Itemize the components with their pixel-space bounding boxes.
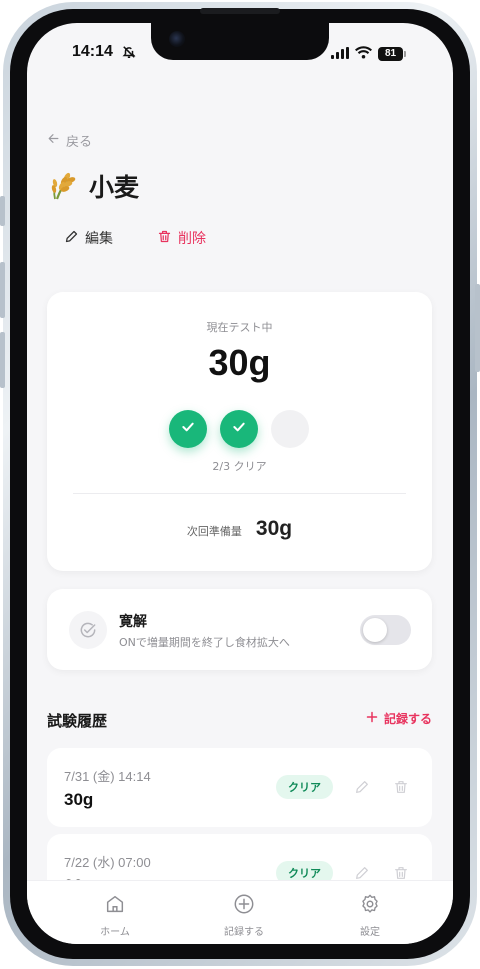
bell-muted-icon bbox=[122, 44, 136, 63]
plus-circle-icon bbox=[233, 893, 255, 919]
delete-label: 削除 bbox=[178, 231, 206, 247]
tab-bar: ホーム 記録する 設定 bbox=[27, 880, 453, 944]
tab-home[interactable]: ホーム bbox=[75, 893, 155, 938]
plus-icon bbox=[366, 711, 378, 726]
action-row: 編集 削除 bbox=[64, 228, 206, 248]
notch bbox=[151, 23, 329, 60]
remission-toggle[interactable] bbox=[360, 615, 411, 645]
back-label: 戻る bbox=[66, 135, 93, 150]
wifi-icon bbox=[354, 44, 373, 63]
cellular-signal-icon bbox=[331, 44, 349, 63]
step-progress bbox=[169, 410, 309, 448]
check-icon bbox=[180, 419, 196, 439]
status-indicators: 81 bbox=[331, 44, 406, 63]
next-preparation-row: 次回準備量 30g bbox=[47, 517, 432, 541]
volume-down-button bbox=[0, 332, 5, 388]
card-divider bbox=[73, 493, 406, 494]
power-button bbox=[475, 284, 480, 372]
tab-label: 設定 bbox=[360, 927, 380, 938]
home-icon bbox=[104, 893, 126, 919]
history-item[interactable]: 7/31 (金) 14:14 30g クリア bbox=[47, 748, 432, 827]
check-circle-icon bbox=[69, 611, 107, 649]
trash-icon bbox=[157, 229, 172, 248]
page-title: 小麦 bbox=[89, 173, 140, 202]
current-test-amount: 30g bbox=[208, 342, 271, 383]
status-time: 14:14 bbox=[72, 43, 113, 60]
tab-record[interactable]: 記録する bbox=[204, 893, 284, 938]
tab-label: ホーム bbox=[100, 927, 130, 938]
current-test-card: 現在テスト中 30g 2/3 クリア 次回準備量 30g bbox=[47, 292, 432, 571]
toggle-knob bbox=[363, 618, 387, 642]
step-1-complete bbox=[169, 410, 207, 448]
tab-label: 記録する bbox=[224, 927, 264, 938]
remission-title: 寛解 bbox=[119, 614, 147, 630]
food-header: 小麦 bbox=[47, 168, 139, 204]
volume-up-button bbox=[0, 262, 5, 318]
remission-description: ONで増量期間を終了し食材拡大へ bbox=[119, 636, 290, 649]
arrow-left-icon bbox=[47, 132, 60, 149]
status-badge: クリア bbox=[276, 775, 333, 799]
pencil-icon bbox=[64, 229, 79, 248]
earpiece-speaker bbox=[200, 8, 280, 14]
gear-icon bbox=[359, 893, 381, 919]
pencil-icon[interactable] bbox=[354, 779, 370, 799]
next-preparation-amount: 30g bbox=[255, 517, 293, 540]
delete-button[interactable]: 削除 bbox=[157, 228, 206, 248]
current-test-label: 現在テスト中 bbox=[206, 321, 273, 334]
record-label: 記録する bbox=[383, 712, 432, 726]
edit-button[interactable]: 編集 bbox=[64, 228, 113, 248]
record-button[interactable]: 記録する bbox=[366, 710, 432, 727]
wheat-emoji-icon bbox=[47, 168, 79, 204]
edit-label: 編集 bbox=[85, 231, 113, 247]
next-preparation-label: 次回準備量 bbox=[186, 525, 242, 538]
battery-indicator: 81 bbox=[378, 46, 406, 61]
history-date: 7/22 (水) 07:00 bbox=[64, 855, 151, 870]
tab-settings[interactable]: 設定 bbox=[330, 893, 410, 938]
app-screen: 14:14 81 戻る 小麦 編集 削除 現在テスト中 30g 2/3 クリア … bbox=[27, 23, 453, 944]
step-3-pending bbox=[271, 410, 309, 448]
front-camera bbox=[169, 31, 185, 47]
history-section-header: 試験履歴 記録する bbox=[47, 710, 432, 731]
remission-card: 寛解 ONで増量期間を終了し食材拡大へ bbox=[47, 589, 432, 670]
check-icon bbox=[231, 419, 247, 439]
history-amount: 30g bbox=[64, 790, 94, 809]
action-button bbox=[0, 196, 5, 226]
back-button[interactable]: 戻る bbox=[47, 131, 92, 150]
progress-text: 2/3 クリア bbox=[212, 460, 267, 473]
history-date: 7/31 (金) 14:14 bbox=[64, 769, 151, 784]
trash-icon[interactable] bbox=[393, 779, 409, 799]
step-2-complete bbox=[220, 410, 258, 448]
